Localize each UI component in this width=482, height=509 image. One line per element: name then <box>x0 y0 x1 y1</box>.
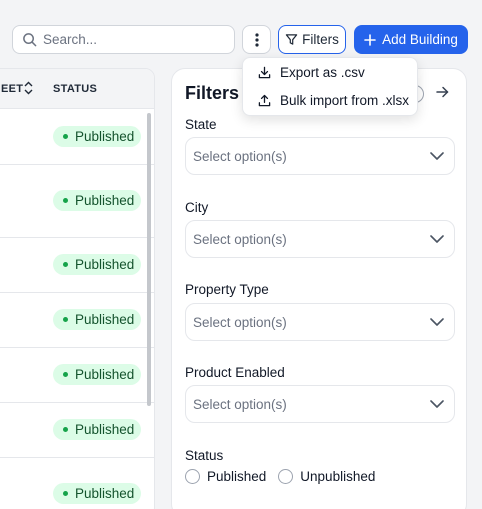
product-enabled-select-placeholder: Select option(s) <box>193 396 287 412</box>
menu-item-bulk-import[interactable]: Bulk import from .xlsx <box>258 93 409 108</box>
status-dot <box>63 427 68 432</box>
row-divider <box>0 237 154 238</box>
filter-label-product-enabled: Product Enabled <box>185 365 285 380</box>
row-divider <box>0 292 154 293</box>
search-input[interactable] <box>43 32 223 47</box>
status-badge: Published <box>53 126 141 147</box>
status-dot <box>63 262 68 267</box>
status-badge: Published <box>53 190 141 211</box>
plus-icon <box>364 33 376 46</box>
status-badge-label: Published <box>75 422 135 437</box>
state-select-placeholder: Select option(s) <box>193 148 287 164</box>
filters-button-label: Filters <box>302 32 339 47</box>
city-select-placeholder: Select option(s) <box>193 231 287 247</box>
radio-published[interactable] <box>185 469 200 484</box>
status-badge-label: Published <box>75 312 135 327</box>
status-badge-label: Published <box>75 486 135 501</box>
add-building-label: Add Building <box>382 32 458 47</box>
city-select[interactable]: Select option(s) <box>185 220 455 258</box>
radio-unpublished[interactable] <box>278 469 294 484</box>
upload-icon <box>258 94 271 107</box>
chevron-down-icon <box>430 400 444 408</box>
add-building-button[interactable]: Add Building <box>354 25 468 54</box>
status-badge: Published <box>53 309 141 330</box>
status-dot <box>63 198 68 203</box>
export-dropdown-menu: Export as .csv Bulk import from .xlsx <box>242 57 418 116</box>
status-badge-label: Published <box>75 129 135 144</box>
column-header-status: STATUS <box>53 83 98 95</box>
status-radio-group: Published Unpublished <box>185 469 375 484</box>
filter-icon <box>285 34 298 45</box>
status-badge: Published <box>53 364 141 385</box>
status-badge: Published <box>53 419 141 440</box>
sort-icon[interactable] <box>24 81 33 95</box>
column-header-fragment: EET <box>1 83 24 95</box>
status-dot <box>63 491 68 496</box>
menu-item-bulk-import-label: Bulk import from .xlsx <box>280 93 410 108</box>
more-options-button[interactable] <box>242 25 271 54</box>
search-icon <box>23 33 37 47</box>
search-box[interactable] <box>12 25 235 54</box>
product-enabled-select[interactable]: Select option(s) <box>185 385 455 423</box>
menu-item-export-csv-label: Export as .csv <box>280 65 365 80</box>
status-dot <box>63 134 68 139</box>
row-divider <box>0 457 154 458</box>
status-dot <box>63 317 68 322</box>
arrow-right-icon[interactable] <box>436 86 449 98</box>
filters-panel-title: Filters <box>185 83 240 103</box>
chevron-down-icon <box>430 152 444 160</box>
filter-label-status: Status <box>185 448 224 463</box>
chevron-down-icon <box>430 318 444 326</box>
filter-label-city: City <box>185 200 209 215</box>
download-icon <box>258 66 271 79</box>
status-dot <box>63 372 68 377</box>
status-badge-label: Published <box>75 367 135 382</box>
status-badge-label: Published <box>75 257 135 272</box>
row-divider <box>0 402 154 403</box>
status-badge: Published <box>53 483 141 504</box>
table-scrollbar[interactable] <box>147 113 151 406</box>
property-type-select[interactable]: Select option(s) <box>185 303 455 341</box>
row-divider <box>0 164 154 165</box>
table-header: EET STATUS <box>0 69 154 109</box>
filters-panel: Filters State Select option(s) City Sele… <box>171 68 467 509</box>
radio-unpublished-label[interactable]: Unpublished <box>300 469 375 484</box>
filter-label-state: State <box>185 117 217 132</box>
property-type-select-placeholder: Select option(s) <box>193 314 287 330</box>
status-badge-label: Published <box>75 193 135 208</box>
radio-published-label[interactable]: Published <box>207 469 266 484</box>
filters-button[interactable]: Filters <box>278 25 346 54</box>
menu-item-export-csv[interactable]: Export as .csv <box>258 65 365 80</box>
state-select[interactable]: Select option(s) <box>185 137 455 175</box>
buildings-table: EET STATUS Published Published Published… <box>0 68 155 509</box>
kebab-menu-icon <box>254 32 259 47</box>
status-badge: Published <box>53 254 141 275</box>
chevron-down-icon <box>430 235 444 243</box>
row-divider <box>0 347 154 348</box>
filter-label-property-type: Property Type <box>185 282 269 297</box>
